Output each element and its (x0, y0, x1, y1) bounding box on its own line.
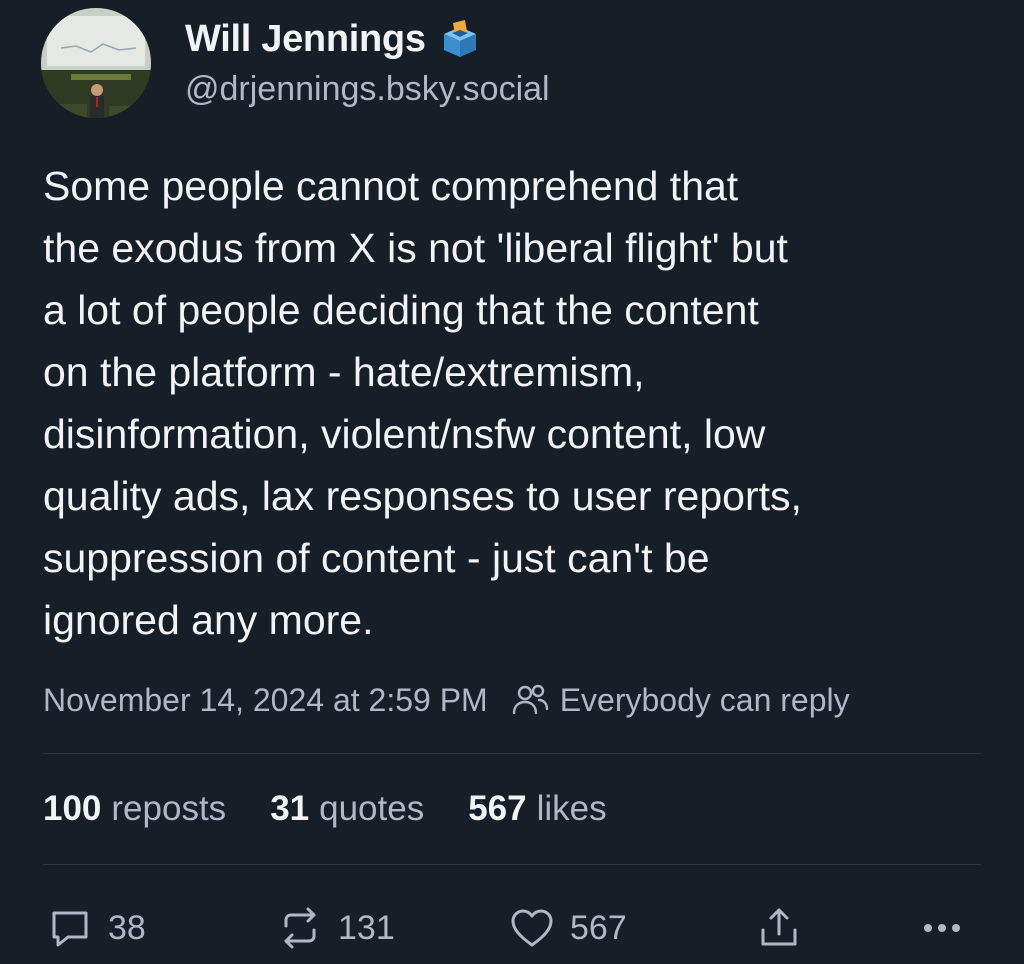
share-button[interactable] (755, 900, 803, 956)
repost-button[interactable]: 131 (276, 900, 395, 956)
quotes-stat[interactable]: 31 quotes (270, 789, 424, 829)
people-icon (488, 680, 560, 720)
repost-count: 131 (338, 908, 395, 947)
likes-count: 567 (468, 789, 527, 828)
reposts-label: reposts (111, 789, 227, 828)
like-button[interactable]: 567 (508, 900, 627, 956)
ballot-box-icon (438, 17, 482, 61)
divider (43, 864, 981, 865)
post-actions: 38 131 567 (0, 900, 1024, 956)
quotes-count: 31 (270, 789, 310, 828)
avatar-photo (41, 8, 151, 118)
author-handle[interactable]: @drjennings.bsky.social (185, 70, 550, 109)
repost-icon (276, 904, 324, 952)
reposts-stat[interactable]: 100 reposts (43, 789, 226, 829)
like-count: 567 (570, 908, 627, 947)
engagement-stats: 100 reposts 31 quotes 567 likes (43, 786, 651, 832)
divider (43, 753, 981, 754)
share-icon (755, 904, 803, 952)
more-options-button[interactable] (918, 900, 966, 956)
post-meta: November 14, 2024 at 2:59 PM Everybody c… (43, 678, 850, 722)
reply-icon (46, 904, 94, 952)
heart-icon (508, 904, 556, 952)
author-name-row: Will Jennings (185, 14, 482, 64)
author-display-name[interactable]: Will Jennings (185, 18, 426, 61)
avatar[interactable] (41, 8, 151, 118)
ellipsis-icon (918, 904, 966, 952)
reply-count: 38 (108, 908, 146, 947)
quotes-label: quotes (319, 789, 425, 828)
reply-button[interactable]: 38 (46, 900, 146, 956)
post-text: Some people cannot comprehend that the e… (43, 163, 802, 643)
likes-stat[interactable]: 567 likes (468, 789, 606, 829)
post-timestamp[interactable]: November 14, 2024 at 2:59 PM (43, 682, 488, 719)
post-detail: Will Jennings @drjennings.bsky.social So… (0, 0, 1024, 964)
likes-label: likes (536, 789, 607, 828)
reposts-count: 100 (43, 789, 102, 828)
reply-setting[interactable]: Everybody can reply (560, 682, 850, 719)
